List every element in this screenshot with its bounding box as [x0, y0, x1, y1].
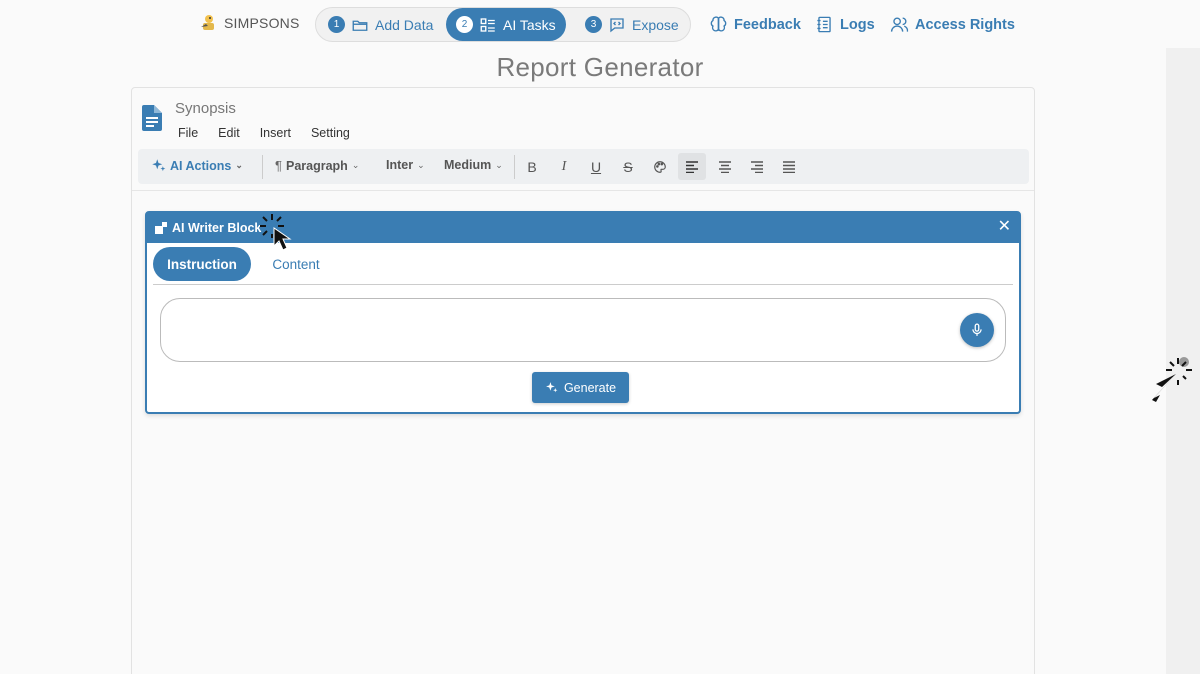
pilcrow-icon: ¶ [275, 158, 282, 173]
underline-button[interactable]: U [582, 153, 610, 180]
align-right-icon [751, 160, 763, 173]
close-icon[interactable]: ✕ [998, 219, 1011, 235]
text-color-button[interactable] [646, 153, 674, 180]
step-number: 2 [456, 16, 473, 33]
step-label: AI Tasks [503, 16, 556, 33]
tab-content[interactable]: Content [261, 247, 331, 281]
instruction-input[interactable] [160, 298, 1006, 362]
menu-bar: File Edit Insert Setting [178, 126, 350, 140]
step-label: Expose [632, 16, 679, 33]
step-number: 1 [328, 16, 345, 33]
folder-icon [352, 20, 368, 31]
menu-edit[interactable]: Edit [218, 126, 240, 140]
microphone-icon [972, 323, 982, 336]
chevron-down-icon: ⌄ [235, 160, 243, 170]
notebook-icon [817, 16, 831, 33]
strikethrough-icon: S [623, 158, 633, 175]
paragraph-dropdown[interactable]: ¶ Paragraph ⌄ [275, 158, 359, 173]
generate-label: Generate [563, 380, 617, 395]
document-icon [142, 105, 162, 131]
users-icon [890, 17, 909, 32]
block-icon [155, 222, 167, 234]
chevron-down-icon: ⌄ [351, 160, 360, 170]
step-label: Add Data [375, 16, 434, 33]
ai-actions-dropdown[interactable]: AI Actions ⌄ [151, 158, 243, 173]
menu-insert[interactable]: Insert [260, 126, 291, 140]
font-label: Inter [386, 158, 414, 172]
step-ai-tasks[interactable]: 2 AI Tasks [446, 8, 566, 41]
palette-icon [654, 160, 666, 173]
ai-writer-block: AI Writer Block ✕ Instruction Content Ge… [145, 211, 1021, 414]
paragraph-label: Paragraph [285, 158, 348, 173]
chevron-down-icon: ⌄ [417, 159, 425, 170]
brand-name: SIMPSONS [224, 15, 300, 31]
bold-button[interactable]: B [518, 153, 546, 180]
brain-icon [710, 16, 727, 32]
feedback-link[interactable]: Feedback [709, 15, 801, 34]
justify-icon [783, 160, 795, 173]
ai-writer-header: AI Writer Block ✕ [147, 213, 1019, 243]
menu-file[interactable]: File [178, 126, 198, 140]
sparkle-icon [152, 159, 166, 172]
underline-icon: U [590, 158, 602, 175]
brand[interactable]: SIMPSONS [198, 13, 300, 33]
tasks-icon [480, 17, 495, 32]
access-rights-link[interactable]: Access Rights [890, 15, 1015, 34]
page-title: Report Generator [496, 52, 704, 82]
right-scroll-area [1166, 48, 1200, 674]
toolbar-divider-line [132, 190, 1034, 191]
document-title[interactable]: Synopsis [175, 100, 236, 117]
chevron-down-icon: ⌄ [495, 159, 503, 170]
menu-setting[interactable]: Setting [311, 126, 350, 140]
align-center-button[interactable] [711, 153, 739, 180]
workflow-stepper: 1 Add Data 2 AI Tasks 3 Expose [315, 7, 691, 42]
top-nav: SIMPSONS 1 Add Data 2 AI Tasks 3 Expose … [0, 0, 1200, 50]
font-weight-label: Medium [444, 158, 492, 172]
align-left-button[interactable] [678, 153, 706, 180]
code-message-icon [610, 17, 624, 32]
italic-button[interactable]: I [550, 153, 578, 180]
tabs-divider [153, 284, 1013, 285]
align-right-button[interactable] [743, 153, 771, 180]
align-center-icon [719, 160, 731, 173]
generate-button[interactable]: Generate [532, 372, 629, 403]
tab-instruction[interactable]: Instruction [153, 247, 251, 281]
toolbar-divider [514, 155, 515, 179]
step-add-data[interactable]: 1 Add Data [328, 8, 433, 41]
logs-label: Logs [840, 16, 875, 33]
brand-logo-icon [201, 15, 214, 30]
logs-link[interactable]: Logs [815, 15, 875, 34]
ai-actions-label: AI Actions [170, 158, 232, 173]
microphone-button[interactable] [960, 313, 994, 347]
access-rights-label: Access Rights [915, 16, 1015, 33]
formatting-toolbar: AI Actions ⌄ ¶ Paragraph ⌄ Inter ⌄ Mediu… [138, 149, 1029, 184]
justify-button[interactable] [775, 153, 803, 180]
toolbar-divider [262, 155, 263, 179]
font-dropdown[interactable]: Inter ⌄ [386, 158, 425, 172]
italic-icon: I [561, 158, 567, 174]
feedback-label: Feedback [734, 16, 801, 33]
bold-icon: B [527, 158, 537, 175]
ai-writer-title: AI Writer Block [172, 221, 262, 235]
font-weight-dropdown[interactable]: Medium ⌄ [444, 158, 503, 172]
sparkle-icon [546, 382, 558, 393]
step-expose[interactable]: 3 Expose [585, 8, 679, 41]
strikethrough-button[interactable]: S [614, 153, 642, 180]
step-number: 3 [585, 16, 602, 33]
align-left-icon [686, 160, 698, 173]
